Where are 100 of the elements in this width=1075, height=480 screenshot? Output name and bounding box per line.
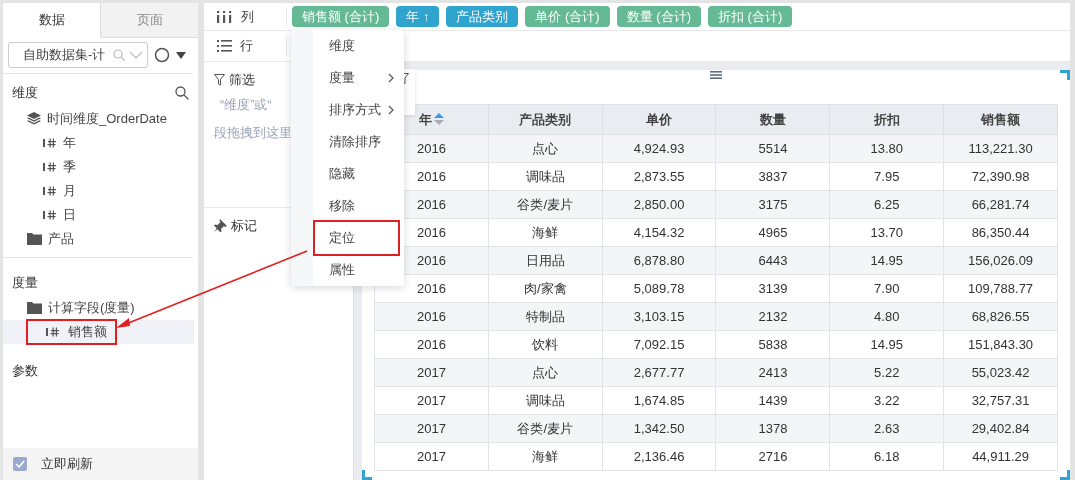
dataset-select[interactable]: 自助数据集-计: [8, 42, 148, 68]
table-cell: 5514: [716, 134, 830, 163]
column-header[interactable]: 数量: [716, 104, 830, 135]
table-cell: 2,136.46: [602, 442, 716, 471]
selection-corner[interactable]: [1060, 70, 1070, 80]
table-cell: 2017: [374, 386, 489, 415]
field-item[interactable]: 月: [3, 178, 194, 203]
table-cell: 55,023.42: [943, 358, 1058, 387]
table-cell: 2016: [374, 330, 489, 359]
field-item[interactable]: 销售额: [3, 320, 194, 344]
section-title: 参数: [12, 362, 38, 380]
field-label[interactable]: 销售额: [68, 322, 107, 342]
table-cell: 5838: [716, 330, 830, 359]
table-cell: 72,390.98: [943, 162, 1058, 191]
table-cell: 3.22: [829, 386, 944, 415]
table-cell: 2132: [716, 302, 830, 331]
folder-icon: [27, 302, 42, 314]
dropdown-caret-icon[interactable]: [176, 51, 186, 59]
field-label[interactable]: 日: [63, 204, 76, 225]
pin-icon: [214, 219, 227, 233]
field-type-icon: [46, 327, 60, 337]
table-cell: 5,089.78: [602, 274, 716, 303]
table-cell: 肉/家禽: [488, 274, 603, 303]
table-cell: 日用品: [488, 246, 603, 275]
menu-item[interactable]: 度量: [315, 62, 398, 94]
table-cell: 29,402.84: [943, 414, 1058, 443]
column-header[interactable]: 单价: [602, 104, 716, 135]
table-cell: 156,026.09: [943, 246, 1058, 275]
section-title: 度量: [12, 273, 38, 292]
sort-icon[interactable]: [433, 112, 444, 125]
table-cell: 4,924.93: [602, 134, 716, 163]
table-cell: 2716: [716, 442, 830, 471]
table-cell: 151,843.30: [943, 330, 1058, 359]
filter-icon: [214, 73, 225, 86]
refresh-icon[interactable]: [154, 47, 170, 63]
search-icon: [113, 49, 125, 61]
table-cell: 86,350.44: [943, 218, 1058, 247]
table-cell: 44,911.29: [943, 442, 1058, 471]
folder-label[interactable]: 计算字段(度量): [48, 298, 135, 318]
table-cell: 109,788.77: [943, 274, 1058, 303]
table-cell: 2017: [374, 358, 489, 387]
table-cell: 7.95: [829, 162, 944, 191]
section-title: 筛选: [229, 71, 255, 89]
selection-corner[interactable]: [362, 470, 372, 480]
table-cell: 谷类/麦片: [488, 414, 603, 443]
column-header[interactable]: 产品类别: [488, 104, 603, 135]
table-cell: 3175: [716, 190, 830, 219]
table-cell: 1,342.50: [602, 414, 716, 443]
table-cell: 7,092.15: [602, 330, 716, 359]
field-label[interactable]: 年: [63, 132, 76, 153]
table-cell: 2,873.55: [602, 162, 716, 191]
folder-label[interactable]: 时间维度_OrderDate: [47, 108, 167, 129]
table-cell: 13.80: [829, 134, 944, 163]
checkbox-label: 立即刷新: [41, 455, 93, 474]
table-cell: 2017: [374, 414, 489, 443]
selection-corner[interactable]: [1060, 470, 1070, 480]
table-cell: 2413: [716, 358, 830, 387]
table-cell: 32,757.31: [943, 386, 1058, 415]
table-cell: 2.63: [829, 414, 944, 443]
field-type-icon: [43, 209, 57, 220]
field-label[interactable]: 月: [63, 180, 76, 201]
field-type-icon: [43, 161, 57, 172]
table-cell: 海鲜: [488, 442, 603, 471]
hint-text: 段拖拽到这里: [214, 125, 292, 143]
search-icon[interactable]: [175, 85, 189, 100]
menu-item[interactable]: 维度: [315, 30, 398, 62]
field-item[interactable]: 日: [3, 202, 194, 227]
table-cell: 2,677.77: [602, 358, 716, 387]
table-cell: 谷类/麦片: [488, 190, 603, 219]
chevron-right-icon: [388, 73, 394, 83]
table-cell: 调味品: [488, 162, 603, 191]
table-cell: 66,281.74: [943, 190, 1058, 219]
table-cell: 4.80: [829, 302, 944, 331]
rows-icon: [217, 40, 232, 52]
folder-icon: [27, 232, 42, 245]
table-cell: 点心: [488, 358, 603, 387]
table-cell: 14.95: [829, 330, 944, 359]
table-cell: 14.95: [829, 246, 944, 275]
table-cell: 点心: [488, 134, 603, 163]
table-cell: 2,850.00: [602, 190, 716, 219]
table-cell: 6.18: [829, 442, 944, 471]
folder-label[interactable]: 产品: [48, 228, 74, 249]
table-cell: 饮料: [488, 330, 603, 359]
section-title: 维度: [12, 84, 38, 102]
table-cell: 4965: [716, 218, 830, 247]
table-cell: 1378: [716, 414, 830, 443]
column-header[interactable]: 折扣: [829, 104, 944, 135]
table-cell: 6.25: [829, 190, 944, 219]
table-cell: 6443: [716, 246, 830, 275]
table-cell: 1,674.85: [602, 386, 716, 415]
table-cell: 13.70: [829, 218, 944, 247]
field-label[interactable]: 季: [63, 156, 76, 177]
drag-handle-icon[interactable]: [710, 71, 722, 79]
shelf-label: 列: [241, 7, 254, 26]
field-item[interactable]: 年: [3, 130, 194, 155]
field-item[interactable]: 季: [3, 154, 194, 179]
checkbox[interactable]: [13, 457, 27, 471]
column-header[interactable]: 销售额: [943, 104, 1058, 135]
chevron-right-icon: [388, 105, 394, 115]
table-cell: 113,221.30: [943, 134, 1058, 163]
